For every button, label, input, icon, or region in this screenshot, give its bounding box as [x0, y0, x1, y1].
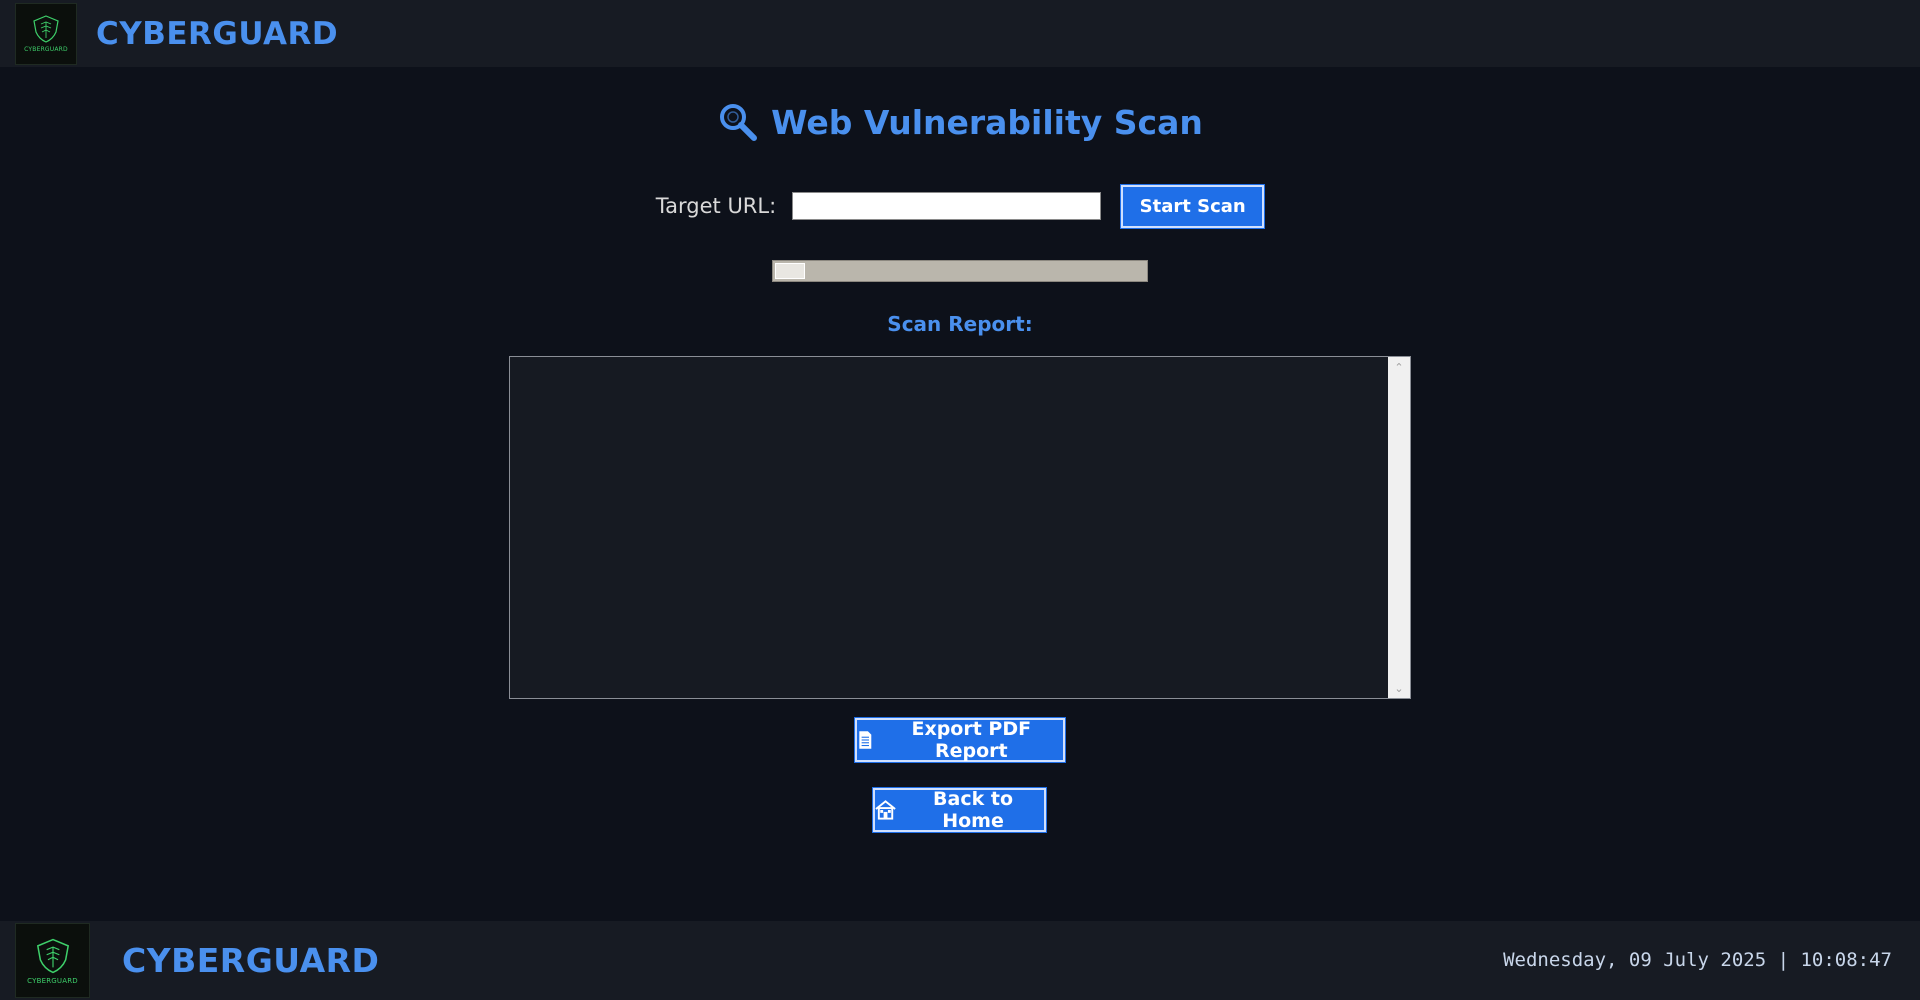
scroll-down-arrow-icon[interactable]: ⌄ [1388, 678, 1410, 698]
start-scan-button[interactable]: Start Scan [1120, 183, 1266, 229]
page-title: Web Vulnerability Scan [771, 102, 1203, 142]
export-pdf-label: Export PDF Report [911, 718, 1032, 762]
scan-progress-fill [775, 263, 805, 279]
shield-icon [36, 938, 69, 973]
shield-icon [33, 15, 59, 43]
top-bar: CYBERGUARD CYBERGUARD [0, 0, 1920, 67]
scan-report-label: Scan Report: [887, 312, 1033, 336]
footer-logo: CYBERGUARD [15, 923, 90, 998]
logo-text: CYBERGUARD [24, 46, 68, 53]
report-scrollbar[interactable]: ⌃ ⌄ [1388, 357, 1410, 698]
target-url-row: Target URL: Start Scan [0, 183, 1920, 229]
back-to-home-label: Back to Home [933, 788, 1013, 832]
export-pdf-button[interactable]: Export PDF Report [854, 717, 1066, 763]
scan-progress-bar [772, 260, 1148, 282]
home-icon [875, 800, 896, 820]
scan-report-textarea[interactable] [510, 357, 1388, 698]
target-url-input[interactable] [792, 192, 1102, 220]
page-title-row: Web Vulnerability Scan [0, 96, 1920, 148]
document-icon [858, 730, 873, 750]
target-url-label: Target URL: [655, 194, 777, 218]
scroll-up-arrow-icon[interactable]: ⌃ [1388, 357, 1410, 377]
back-to-home-button[interactable]: Back to Home [872, 787, 1047, 833]
footer-logo-text: CYBERGUARD [27, 976, 78, 985]
footer-brand-name: CYBERGUARD [122, 941, 380, 980]
scan-report-box: ⌃ ⌄ [509, 356, 1411, 699]
app-logo: CYBERGUARD [15, 2, 77, 65]
magnifier-icon [720, 104, 758, 141]
footer-datetime: Wednesday, 09 July 2025 | 10:08:47 [1503, 949, 1892, 971]
footer-bar: CYBERGUARD CYBERGUARD Wednesday, 09 July… [0, 921, 1920, 1000]
brand-name: CYBERGUARD [96, 15, 339, 52]
